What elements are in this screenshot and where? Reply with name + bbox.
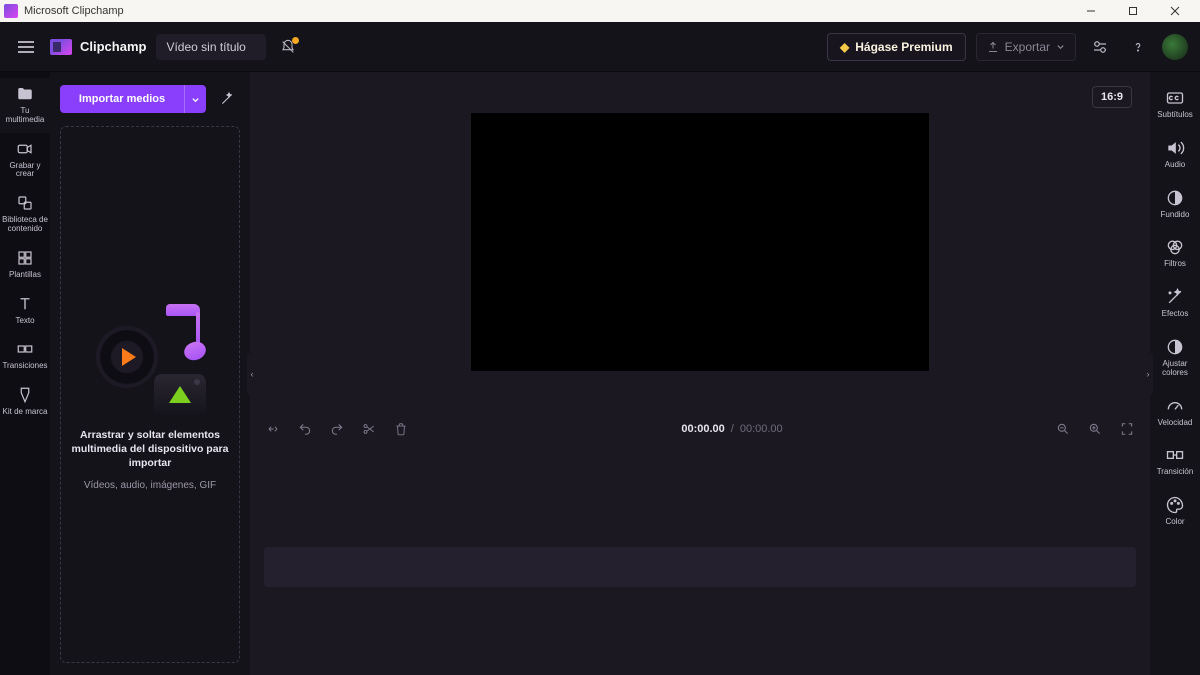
app-name: Clipchamp [80, 39, 146, 54]
project-title-input[interactable] [156, 34, 266, 60]
redo-button[interactable] [328, 420, 346, 438]
window-close-button[interactable] [1154, 0, 1196, 22]
nav-transition[interactable]: Transición [1150, 439, 1200, 485]
clipchamp-logo-icon [50, 39, 72, 55]
undo-button[interactable] [296, 420, 314, 438]
premium-label: Hágase Premium [855, 40, 952, 54]
nav-transitions[interactable]: Transiciones [0, 333, 50, 379]
speaker-icon [1165, 138, 1185, 158]
nav-effects[interactable]: Efectos [1150, 281, 1200, 327]
notifications-button[interactable] [276, 35, 300, 59]
video-preview[interactable] [471, 113, 929, 371]
camera-icon [15, 139, 35, 159]
media-dropzone[interactable]: Arrastrar y soltar elementos multimedia … [60, 126, 240, 663]
timecode-current: 00:00.00 [681, 423, 724, 435]
timeline-area[interactable] [250, 447, 1150, 675]
brand-kit-icon [15, 385, 35, 405]
nav-text[interactable]: Texto [0, 288, 50, 334]
fit-timeline-button[interactable] [1118, 420, 1136, 438]
nav-adjust-colors[interactable]: Ajustar colores [1150, 331, 1200, 386]
delete-button[interactable] [392, 420, 410, 438]
timecode-separator: / [731, 423, 734, 435]
settings-button[interactable] [1086, 33, 1114, 61]
import-media-label: Importar medios [60, 85, 184, 113]
templates-icon [15, 248, 35, 268]
export-label: Exportar [1005, 40, 1050, 54]
library-icon [15, 193, 35, 213]
text-icon [15, 294, 35, 314]
transition-icon [1165, 445, 1185, 465]
aspect-ratio-button[interactable]: 16:9 [1092, 86, 1132, 108]
contrast-icon [1165, 337, 1185, 357]
nav-filters[interactable]: Filtros [1150, 231, 1200, 277]
timecode-duration: 00:00.00 [740, 423, 783, 435]
help-button[interactable] [1124, 33, 1152, 61]
folder-icon [15, 84, 35, 104]
filters-icon [1165, 237, 1185, 257]
window-titlebar: Microsoft Clipchamp [0, 0, 1200, 22]
editor-center: 16:9 00:00.00 / 00:00.00 [250, 72, 1150, 675]
image-clip-icon [154, 374, 206, 416]
nav-record[interactable]: Grabar y crear [0, 133, 50, 188]
dropzone-artwork [90, 298, 210, 418]
diamond-icon: ◆ [840, 40, 849, 54]
timeline-toolbar: 00:00.00 / 00:00.00 [250, 411, 1150, 447]
notification-dot-icon [292, 37, 299, 44]
cc-icon [1165, 88, 1185, 108]
nav-fade[interactable]: Fundido [1150, 182, 1200, 228]
nav-your-media[interactable]: Tu multimedia [0, 78, 50, 133]
window-title: Microsoft Clipchamp [24, 5, 124, 17]
sparkle-icon [1165, 287, 1185, 307]
dropzone-title: Arrastrar y soltar elementos multimedia … [71, 428, 229, 471]
user-avatar[interactable] [1162, 34, 1188, 60]
split-button[interactable] [360, 420, 378, 438]
nav-templates[interactable]: Plantillas [0, 242, 50, 288]
collapse-right-panel-button[interactable]: › [1143, 353, 1153, 395]
app-icon [4, 4, 18, 18]
import-media-button[interactable]: Importar medios [60, 85, 206, 113]
export-button[interactable]: Exportar [976, 33, 1076, 61]
dropzone-subtitle: Vídeos, audio, imágenes, GIF [84, 480, 216, 491]
right-nav-rail: › Subtítulos Audio Fundido Filtros Efect… [1150, 72, 1200, 675]
nav-content-library[interactable]: Biblioteca de contenido [0, 187, 50, 242]
ai-tools-button[interactable] [214, 84, 240, 114]
media-panel: Importar medios Arrastrar y soltar eleme… [50, 72, 250, 675]
window-maximize-button[interactable] [1112, 0, 1154, 22]
nav-audio[interactable]: Audio [1150, 132, 1200, 178]
zoom-in-button[interactable] [1086, 420, 1104, 438]
menu-button[interactable] [12, 33, 40, 61]
transitions-icon [15, 339, 35, 359]
nav-speed[interactable]: Velocidad [1150, 390, 1200, 436]
top-toolbar: Clipchamp ◆ Hágase Premium Exportar [0, 22, 1200, 72]
window-minimize-button[interactable] [1070, 0, 1112, 22]
speedometer-icon [1165, 396, 1185, 416]
selection-tool[interactable] [264, 420, 282, 438]
left-nav-rail: Tu multimedia Grabar y crear Biblioteca … [0, 72, 50, 675]
preview-area: 16:9 [250, 72, 1150, 411]
nav-color[interactable]: Color [1150, 489, 1200, 535]
timeline-track[interactable] [264, 547, 1136, 587]
nav-brand-kit[interactable]: Kit de marca [0, 379, 50, 425]
import-media-dropdown[interactable] [184, 85, 206, 113]
nav-subtitles[interactable]: Subtítulos [1150, 82, 1200, 128]
video-disc-icon [96, 326, 158, 388]
fade-icon [1165, 188, 1185, 208]
premium-button[interactable]: ◆ Hágase Premium [827, 33, 966, 61]
palette-icon [1165, 495, 1185, 515]
app-logo[interactable]: Clipchamp [50, 39, 146, 55]
zoom-out-button[interactable] [1054, 420, 1072, 438]
